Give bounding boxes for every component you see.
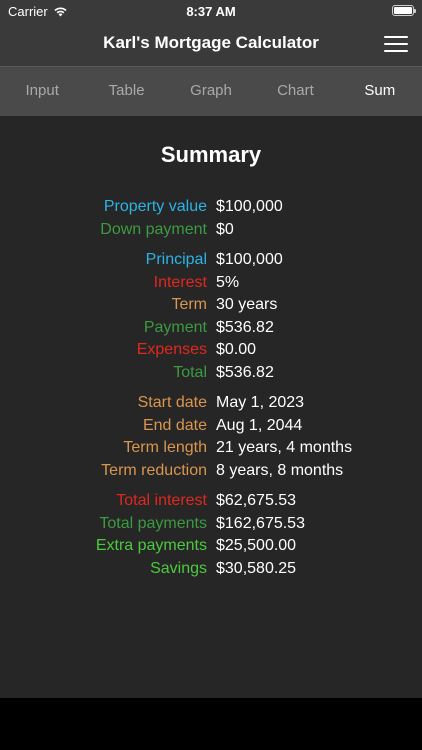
- summary-row: Extra payments $25,500.00: [0, 535, 422, 558]
- summary-row-value: $25,500.00: [216, 537, 297, 554]
- summary-row-label: Term length: [123, 439, 207, 456]
- battery-icon: [392, 5, 416, 16]
- summary-row: Property value $100,000: [0, 196, 422, 219]
- summary-row-label: Total payments: [99, 514, 207, 532]
- summary-row: Total $536.82: [0, 362, 422, 385]
- tab-table[interactable]: Table: [84, 67, 168, 116]
- summary-row-value: 8 years, 8 months: [216, 461, 344, 479]
- summary-row: Expenses $0.00: [0, 339, 422, 362]
- summary-row-value: $162,675.53: [216, 514, 305, 532]
- summary-row: Term length 21 years, 4 months: [0, 437, 422, 460]
- summary-row-label: Savings: [150, 559, 207, 577]
- app-title: Karl's Mortgage Calculator: [103, 33, 319, 52]
- summary-row-value: 30 years: [216, 296, 278, 313]
- hamburger-menu-icon[interactable]: [384, 36, 408, 52]
- summary-row-value: $536.82: [216, 363, 274, 381]
- status-time: 8:37 AM: [186, 4, 236, 19]
- summary-row-value: $536.82: [216, 318, 274, 336]
- summary-row-value: $62,675.53: [216, 492, 297, 509]
- summary-row: Savings $30,580.25: [0, 558, 422, 581]
- summary-group: Total interest $62,675.53 Total payments $1…: [0, 490, 422, 580]
- summary-row-label: Payment: [143, 318, 207, 336]
- summary-row: Principal $100,000: [0, 249, 422, 272]
- summary-row-value: 5%: [216, 273, 240, 291]
- summary-row-label: Total: [173, 363, 207, 381]
- summary-row-value: May 1, 2023: [216, 394, 305, 411]
- summary-title: Summary: [160, 142, 262, 167]
- status-bar: Carrier 8:37 AM: [0, 0, 422, 22]
- navigation-bar: Karl's Mortgage Calculator: [0, 22, 422, 66]
- summary-row: End date Aug 1, 2044: [0, 415, 422, 438]
- tab-bar: Input Table Graph Chart Sum: [0, 66, 422, 116]
- summary-row: Interest 5%: [0, 272, 422, 295]
- summary-row: Start date May 1, 2023: [0, 392, 422, 415]
- summary-row-value: Aug 1, 2044: [216, 416, 303, 434]
- summary-row-label: Down payment: [100, 220, 207, 238]
- summary-row-label: Total interest: [116, 492, 207, 509]
- bottom-area: [0, 698, 422, 750]
- summary-row: Total payments $162,675.53: [0, 513, 422, 536]
- summary-row-label: Interest: [153, 273, 207, 291]
- tab-chart[interactable]: Chart: [253, 67, 337, 116]
- summary-row-label: Expenses: [136, 341, 207, 358]
- summary-row: Term 30 years: [0, 294, 422, 317]
- summary-row-label: End date: [142, 416, 207, 434]
- summary-row-value: $0.00: [216, 341, 257, 358]
- summary-row-value: 21 years, 4 months: [216, 439, 353, 456]
- summary-panel: Summary Property value $100,000 Down payme…: [0, 116, 422, 698]
- summary-row: Total interest $62,675.53: [0, 490, 422, 513]
- summary-group: Start date May 1, 2023 End date Aug 1, 2044…: [0, 392, 422, 482]
- summary-group: Principal $100,000 Interest 5% Term 30 years P…: [0, 249, 422, 384]
- summary-row: Down payment $0: [0, 219, 422, 242]
- summary-row-value: $100,000: [216, 198, 283, 215]
- summary-row-value: $0: [216, 220, 234, 238]
- summary-group: Property value $100,000 Down payment $0: [0, 196, 422, 241]
- summary-row-label: Property value: [103, 198, 207, 215]
- summary-row-value: $100,000: [216, 251, 283, 268]
- summary-row-label: Term reduction: [101, 461, 207, 479]
- summary-row: Term reduction 8 years, 8 months: [0, 460, 422, 483]
- tab-sum[interactable]: Sum: [338, 67, 422, 116]
- summary-list: Property value $100,000 Down payment $0 Prin…: [0, 196, 422, 588]
- tab-graph[interactable]: Graph: [169, 67, 253, 116]
- app-screen: Carrier 8:37 AM Karl's Mortgage Calculat…: [0, 0, 422, 750]
- summary-row-label: Extra payments: [95, 537, 207, 554]
- tab-input[interactable]: Input: [0, 67, 84, 116]
- summary-row-value: $30,580.25: [216, 559, 297, 577]
- summary-row-label: Term: [171, 296, 207, 313]
- summary-row: Payment $536.82: [0, 317, 422, 340]
- summary-row-label: Start date: [137, 394, 207, 411]
- summary-row-label: Principal: [145, 251, 207, 268]
